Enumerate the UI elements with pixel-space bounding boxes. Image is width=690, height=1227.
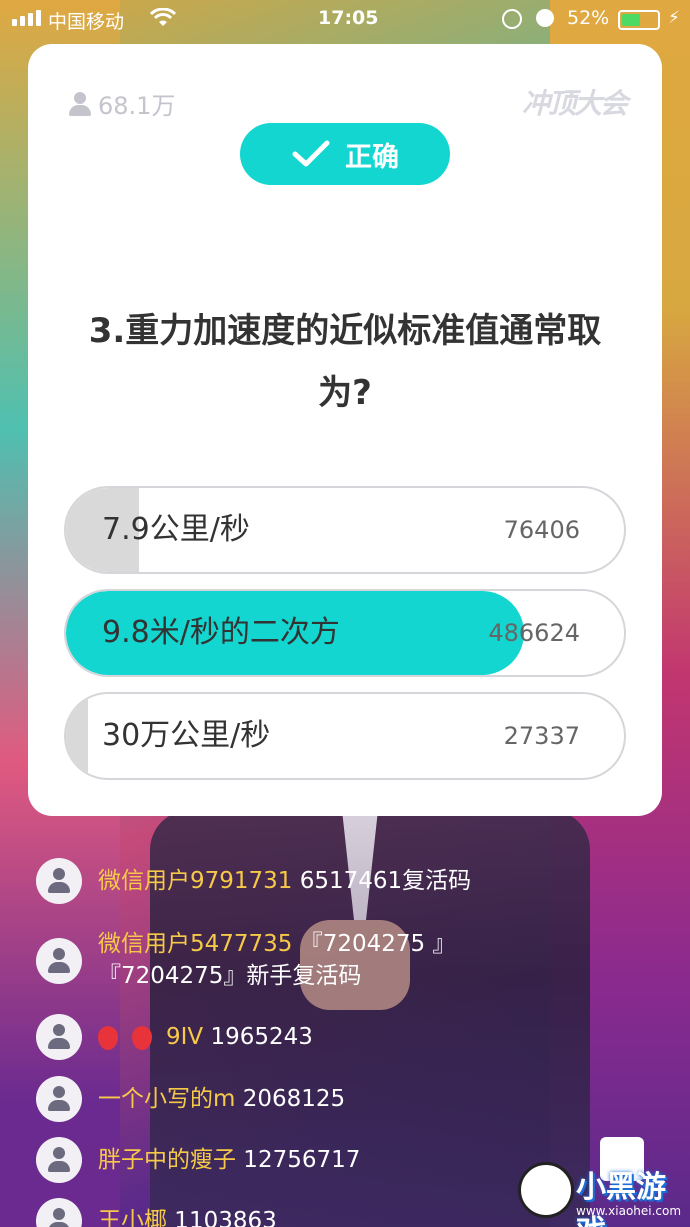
avatar[interactable] bbox=[36, 1137, 82, 1183]
question-card: 68.1万 冲顶大会 正确 3.重力加速度的近似标准值通常取为? 7.9公里/秒… bbox=[28, 44, 662, 816]
comment-username: 微信用户5477735 bbox=[98, 931, 293, 957]
comment-message: 1965243 bbox=[203, 1024, 313, 1050]
comment-body: 胖子中的瘦子 12756717 bbox=[98, 1137, 360, 1176]
battery-icon bbox=[618, 10, 660, 30]
question-text: 3.重力加速度的近似标准值通常取为? bbox=[88, 311, 602, 413]
avatar[interactable] bbox=[36, 1076, 82, 1122]
option-label: 9.8米/秒的二次方 bbox=[102, 615, 340, 650]
comment-item: 一个小写的m 2068125 bbox=[36, 1076, 345, 1122]
result-label: 正确 bbox=[345, 141, 399, 173]
comment-username: 一个小写的m bbox=[98, 1086, 236, 1112]
comment-message: 12756717 bbox=[236, 1147, 361, 1173]
comment-message: 2068125 bbox=[235, 1086, 346, 1112]
balloon-icon bbox=[132, 1025, 152, 1050]
option-label: 7.9公里/秒 bbox=[102, 512, 250, 547]
checkmark-icon bbox=[292, 140, 330, 167]
comment-item: 9IV 1965243 bbox=[36, 1014, 313, 1060]
charging-icon: ⚡ bbox=[668, 8, 680, 28]
site-watermark: 小黑游戏 www.xiaohei.com bbox=[510, 1160, 690, 1227]
comment-body: 一个小写的m 2068125 bbox=[98, 1076, 345, 1115]
clock: 17:05 bbox=[318, 7, 379, 29]
option-result-bar bbox=[66, 694, 89, 778]
rotation-lock-icon bbox=[502, 9, 522, 29]
result-badge: 正确 bbox=[240, 123, 450, 185]
panda-logo-icon bbox=[518, 1162, 574, 1218]
comment-body: 王小椰 1103863 bbox=[98, 1198, 277, 1227]
carrier-name: 中国移动 bbox=[48, 11, 125, 33]
brand-logo: 冲顶大会 bbox=[521, 87, 628, 120]
battery-level bbox=[622, 14, 640, 26]
comment-item: 胖子中的瘦子 12756717 bbox=[36, 1137, 360, 1183]
comment-message: 1103863 bbox=[167, 1208, 277, 1227]
wifi-icon bbox=[150, 8, 176, 26]
comment-username: 王小椰 bbox=[98, 1208, 167, 1227]
answer-option: 30万公里/秒 27337 bbox=[64, 692, 626, 780]
user-icon bbox=[68, 91, 92, 116]
watermark-url: www.xiaohei.com bbox=[576, 1204, 682, 1218]
answer-option: 7.9公里/秒 76406 bbox=[64, 486, 626, 574]
avatar[interactable] bbox=[36, 1198, 82, 1227]
option-count: 76406 bbox=[503, 516, 580, 544]
comment-item: 微信用户9791731 6517461复活码 bbox=[36, 858, 471, 904]
comment-item: 微信用户5477735 『7204275 』『7204275』新手复活码 bbox=[36, 928, 498, 992]
viewer-count: 68.1万 bbox=[68, 86, 175, 121]
option-count: 486624 bbox=[488, 619, 580, 647]
comment-body: 微信用户5477735 『7204275 』『7204275』新手复活码 bbox=[98, 928, 498, 992]
comment-username: 微信用户9791731 bbox=[98, 868, 293, 894]
comment-body: 微信用户9791731 6517461复活码 bbox=[98, 858, 471, 897]
signal-icon bbox=[12, 10, 41, 26]
avatar[interactable] bbox=[36, 938, 82, 984]
alarm-icon bbox=[536, 9, 554, 27]
option-count: 27337 bbox=[503, 722, 580, 750]
comment-username: 胖子中的瘦子 bbox=[98, 1147, 236, 1173]
comment-item: 王小椰 1103863 bbox=[36, 1198, 277, 1227]
avatar[interactable] bbox=[36, 1014, 82, 1060]
status-bar: 中国移动 17:05 52% ⚡ bbox=[0, 0, 690, 40]
comment-username: 9IV bbox=[166, 1024, 204, 1050]
option-label: 30万公里/秒 bbox=[102, 718, 271, 753]
answer-option-correct: 9.8米/秒的二次方 486624 bbox=[64, 589, 626, 677]
viewer-count-text: 68.1万 bbox=[98, 92, 176, 120]
avatar[interactable] bbox=[36, 858, 82, 904]
battery-percent: 52% bbox=[567, 7, 610, 29]
comment-message: 6517461复活码 bbox=[292, 868, 472, 894]
comment-body: 9IV 1965243 bbox=[98, 1014, 313, 1053]
balloon-icon bbox=[98, 1025, 118, 1050]
